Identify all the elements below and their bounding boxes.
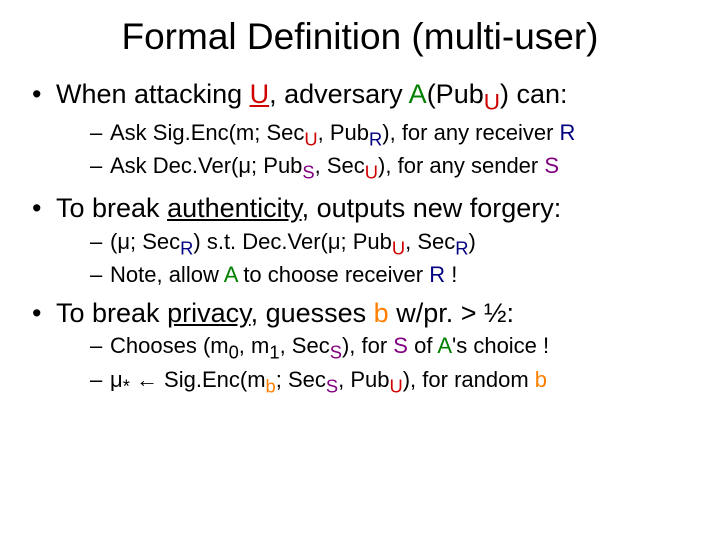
text-s: S <box>393 333 408 358</box>
text: , adversary <box>269 79 409 109</box>
text: ), for any sender <box>378 153 544 178</box>
text: Note, allow <box>110 262 224 287</box>
text: w/pr. > ½: <box>389 298 514 328</box>
bullet-3: To break privacy, guesses b w/pr. > ½: C… <box>28 297 692 398</box>
bullet-2: To break authenticity, outputs new forge… <box>28 192 692 289</box>
sub-0: 0 <box>229 342 239 363</box>
sub-s: S <box>330 342 342 363</box>
sub-list-3: Chooses (m0, m1, SecS), for S of A's cho… <box>56 332 692 398</box>
sub-r: R <box>455 237 468 258</box>
text: ) can: <box>500 79 568 109</box>
text-a: A <box>409 79 427 109</box>
text: , Sec <box>280 333 330 358</box>
text: to choose receiver <box>237 262 429 287</box>
text: , Sec <box>405 229 455 254</box>
sub-2a: (μ; SecR) s.t. Dec.Ver(μ; PubU, SecR) <box>56 228 692 260</box>
sub-1: 1 <box>269 342 279 363</box>
sub-1b: Ask Dec.Ver(μ; PubS, SecU), for any send… <box>56 152 692 184</box>
text-u: U <box>250 79 270 109</box>
text: , guesses <box>251 298 374 328</box>
text-a: A <box>224 262 237 287</box>
text: (μ; Sec <box>110 229 180 254</box>
text-r: R <box>429 262 445 287</box>
text: of <box>408 333 437 358</box>
text: ) <box>469 229 476 254</box>
sub-star: * <box>123 375 130 396</box>
slide-title: Formal Definition (multi-user) <box>28 16 692 58</box>
text: , Pub <box>338 367 389 392</box>
text: , m <box>239 333 270 358</box>
bullet-list: When attacking U, adversary A(PubU) can:… <box>28 78 692 398</box>
sub-b: b <box>266 375 276 396</box>
text-s: S <box>544 153 559 178</box>
text-auth: authenticity <box>167 193 302 223</box>
text-b: b <box>374 298 389 328</box>
sub-list-1: Ask Sig.Enc(m; SecU, PubR), for any rece… <box>56 119 692 185</box>
text: , Sec <box>315 153 365 178</box>
text-mu: μ <box>110 367 123 392</box>
text: (Pub <box>427 79 484 109</box>
sub-list-2: (μ; SecR) s.t. Dec.Ver(μ; PubU, SecR) No… <box>56 228 692 289</box>
text: To break <box>56 193 167 223</box>
sub-r: R <box>180 237 193 258</box>
text-priv: privacy <box>167 298 251 328</box>
sub-u: U <box>304 128 317 149</box>
text-r: R <box>560 120 576 145</box>
text: ) s.t. Dec.Ver(μ; Pub <box>193 229 392 254</box>
sub-r: R <box>369 128 382 149</box>
text: Ask Dec.Ver(μ; Pub <box>110 153 302 178</box>
text-a: A <box>437 333 452 358</box>
text: When attacking <box>56 79 250 109</box>
sub-u: U <box>392 237 405 258</box>
text: ; Sec <box>276 367 326 392</box>
text: 's choice ! <box>452 333 549 358</box>
text: , outputs new forgery: <box>302 193 562 223</box>
text: ), for any receiver <box>382 120 559 145</box>
text: , Pub <box>318 120 369 145</box>
sub-s: S <box>326 375 338 396</box>
sub-u: U <box>484 89 500 114</box>
text-b: b <box>535 367 547 392</box>
text: ← Sig.Enc(m <box>130 367 266 392</box>
sub-u: U <box>389 375 402 396</box>
sub-u: U <box>365 161 378 182</box>
text: Ask Sig.Enc(m; Sec <box>110 120 304 145</box>
sub-3a: Chooses (m0, m1, SecS), for S of A's cho… <box>56 332 692 364</box>
sub-s: S <box>302 161 314 182</box>
slide: Formal Definition (multi-user) When atta… <box>0 0 720 398</box>
text: Chooses (m <box>110 333 229 358</box>
sub-2b: Note, allow A to choose receiver R ! <box>56 261 692 289</box>
sub-1a: Ask Sig.Enc(m; SecU, PubR), for any rece… <box>56 119 692 151</box>
sub-3b: μ* ← Sig.Enc(mb; SecS, PubU), for random… <box>56 366 692 398</box>
bullet-1: When attacking U, adversary A(PubU) can:… <box>28 78 692 184</box>
text: To break <box>56 298 167 328</box>
text: ), for random <box>403 367 535 392</box>
text: ! <box>445 262 457 287</box>
text: ), for <box>342 333 393 358</box>
